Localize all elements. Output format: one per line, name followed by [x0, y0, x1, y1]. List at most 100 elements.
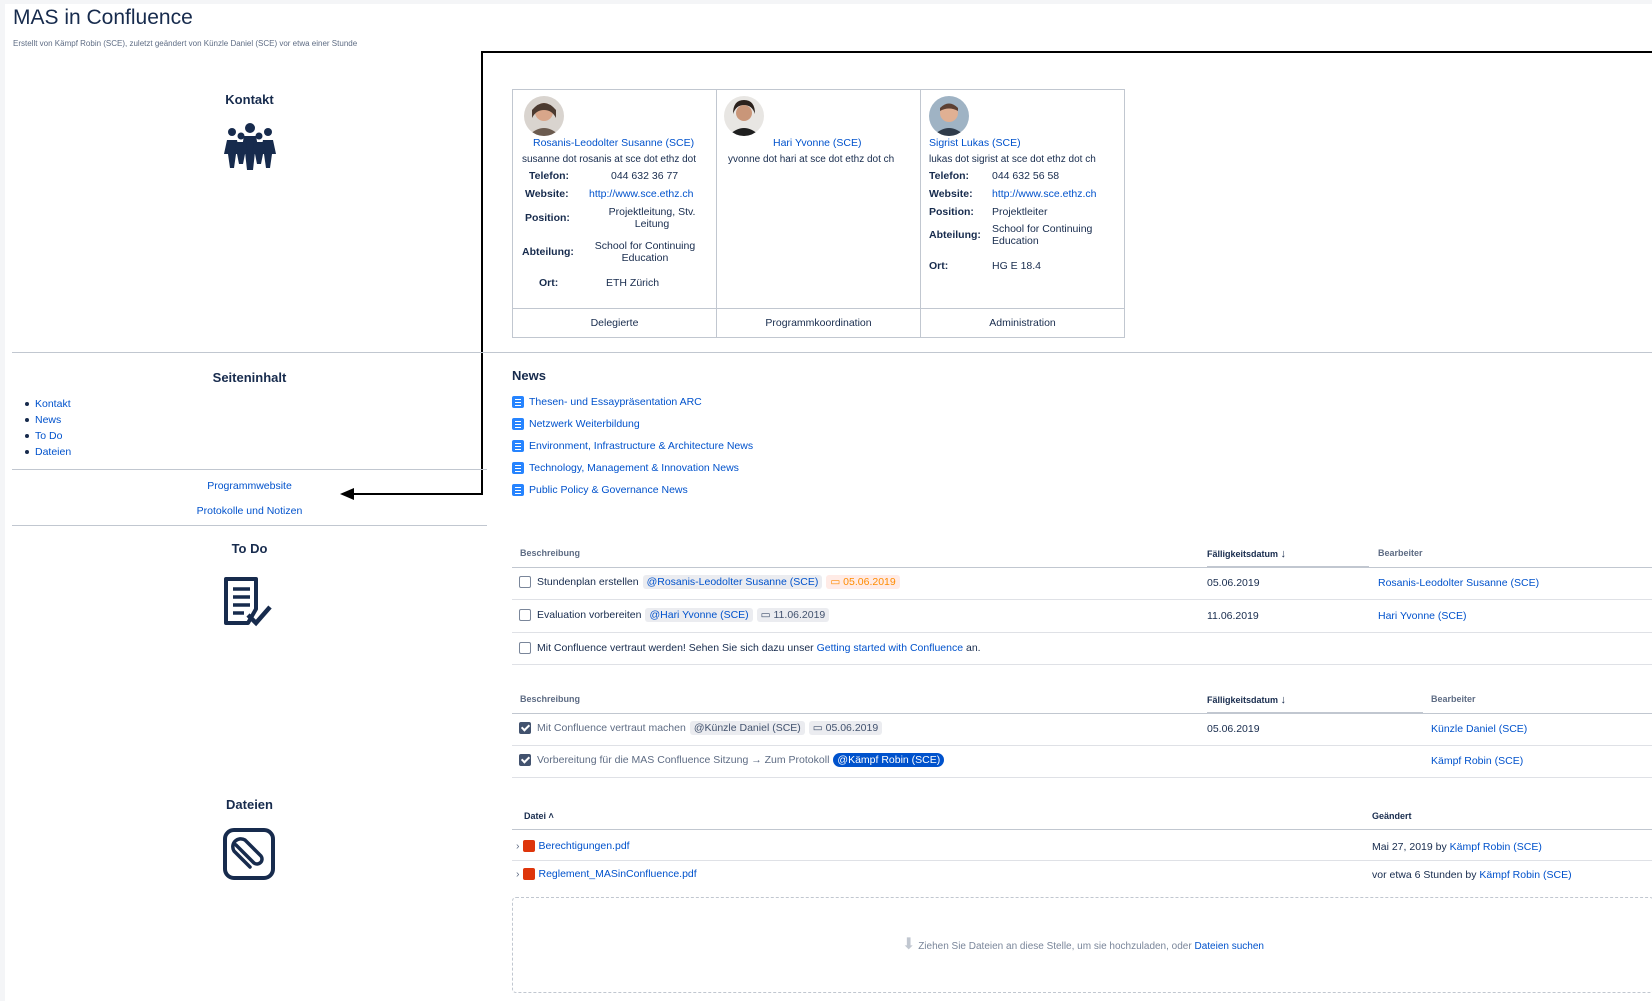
mention[interactable]: @Künzle Daniel (SCE) [689, 721, 805, 735]
divider [512, 829, 1652, 830]
col-header-due[interactable]: Fälligkeitsdatum ↓ [1207, 694, 1286, 706]
divider [12, 469, 487, 470]
toc-item[interactable]: To Do [25, 428, 71, 444]
news-link[interactable]: Technology, Management & Innovation News [529, 462, 739, 474]
toc-list: Kontakt News To Do Dateien [25, 396, 71, 460]
sort-down-icon: ↓ [1280, 694, 1287, 706]
divider [512, 599, 1652, 600]
task-row: Vorbereitung für die MAS Confluence Sitz… [519, 753, 945, 767]
task-date[interactable]: ▭ 05.06.2019 [808, 721, 883, 735]
task-date[interactable]: ▭ 05.06.2019 [826, 575, 900, 589]
divider [512, 777, 1652, 778]
toc-link-dateien[interactable]: Dateien [35, 446, 71, 458]
task-assignee[interactable]: Kämpf Robin (SCE) [1431, 755, 1523, 767]
divider [512, 567, 1652, 568]
news-link[interactable]: Public Policy & Governance News [529, 484, 688, 496]
attachment-icon [222, 827, 278, 883]
news-link[interactable]: Environment, Infrastructure & Architectu… [529, 440, 753, 452]
dateien-heading: Dateien [226, 797, 273, 812]
news-link[interactable]: Thesen- und Essaypräsentation ARC [529, 396, 702, 408]
task-text-end: an. [963, 642, 981, 654]
col-header-desc[interactable]: Beschreibung [520, 548, 580, 558]
getting-started-link[interactable]: Getting started with Confluence [817, 642, 964, 654]
news-item[interactable]: Public Policy & Governance News [512, 484, 688, 496]
col-header-file[interactable]: Datei ˄ [524, 811, 554, 821]
toc-item[interactable]: Kontakt [25, 396, 71, 412]
file-changed-by[interactable]: Kämpf Robin (SCE) [1479, 869, 1571, 881]
task-checkbox[interactable] [519, 576, 531, 589]
news-item[interactable]: Netzwerk Weiterbildung [512, 418, 640, 430]
news-heading: News [512, 368, 546, 383]
programmwebsite-link[interactable]: Programmwebsite [12, 480, 487, 492]
expand-chevron-icon[interactable]: › [516, 868, 520, 880]
task-assignee[interactable]: Rosanis-Leodolter Susanne (SCE) [1378, 577, 1539, 589]
protokolle-link[interactable]: Protokolle und Notizen [12, 505, 487, 517]
pdf-icon [522, 868, 535, 881]
sort-down-icon: ↓ [1280, 548, 1287, 560]
task-text: Stundenplan erstellen [537, 576, 639, 588]
divider [512, 713, 1652, 714]
toc-item[interactable]: Dateien [25, 444, 71, 460]
divider [12, 525, 487, 526]
mention[interactable]: @Hari Yvonne (SCE) [645, 608, 753, 622]
page-icon [512, 484, 524, 496]
task-checkbox-checked[interactable] [519, 722, 531, 735]
file-changed-text: Mai 27, 2019 by [1372, 841, 1450, 853]
divider [512, 632, 1652, 633]
news-item[interactable]: Technology, Management & Innovation News [512, 462, 739, 474]
page-icon [512, 418, 524, 430]
toc-item[interactable]: News [25, 412, 71, 428]
task-row: Evaluation vorbereiten @Hari Yvonne (SCE)… [519, 608, 830, 622]
divider [512, 745, 1652, 746]
task-checkbox[interactable] [519, 642, 531, 655]
task-due: 05.06.2019 [1207, 723, 1260, 735]
task-text: Evaluation vorbereiten [537, 609, 642, 621]
mention[interactable]: @Kämpf Robin (SCE) [833, 753, 945, 767]
page-icon [512, 462, 524, 474]
task-row: Mit Confluence vertraut werden! Sehen Si… [519, 642, 981, 655]
task-assignee[interactable]: Hari Yvonne (SCE) [1378, 610, 1467, 622]
news-link[interactable]: Netzwerk Weiterbildung [529, 418, 640, 430]
task-checkbox[interactable] [519, 609, 531, 622]
divider [512, 664, 1652, 665]
news-item[interactable]: Environment, Infrastructure & Architectu… [512, 440, 753, 452]
task-text: Mit Confluence vertraut werden! Sehen Si… [537, 642, 817, 654]
task-row: Mit Confluence vertraut machen @Künzle Da… [519, 721, 883, 735]
upload-arrow-icon: ⬇ [902, 936, 916, 953]
file-changed-text: vor etwa 6 Stunden by [1372, 869, 1480, 881]
file-link[interactable]: Reglement_MASinConfluence.pdf [539, 868, 697, 880]
news-item[interactable]: Thesen- und Essaypräsentation ARC [512, 396, 702, 408]
sort-up-icon: ˄ [548, 811, 554, 821]
page: MAS in Confluence Erstellt von Kämpf Rob… [0, 0, 1652, 1001]
file-link[interactable]: Berechtigungen.pdf [539, 840, 630, 852]
expand-chevron-icon[interactable]: › [516, 840, 520, 852]
col-header-due-label: Fälligkeitsdatum [1207, 549, 1279, 559]
calendar-icon: ▭ [760, 609, 774, 621]
file-dropzone[interactable]: ⬇ Ziehen Sie Dateien an diese Stelle, um… [512, 897, 1652, 993]
toc-link-kontakt[interactable]: Kontakt [35, 398, 71, 410]
file-changed-by[interactable]: Kämpf Robin (SCE) [1450, 841, 1542, 853]
col-header-due-label: Fälligkeitsdatum [1207, 695, 1279, 705]
divider [12, 352, 1652, 353]
calendar-icon: ▭ [812, 722, 826, 734]
toc-link-news[interactable]: News [35, 414, 61, 426]
browse-files-link[interactable]: Dateien suchen [1194, 941, 1264, 952]
task-due: 05.06.2019 [1207, 577, 1260, 589]
col-header-changed[interactable]: Geändert [1372, 811, 1412, 821]
task-date[interactable]: ▭ 11.06.2019 [756, 608, 830, 622]
col-header-desc[interactable]: Beschreibung [520, 694, 580, 704]
col-header-assignee[interactable]: Bearbeiter [1431, 694, 1476, 704]
dropzone-message: ⬇ Ziehen Sie Dateien an diese Stelle, um… [513, 934, 1652, 954]
task-date-value: 05.06.2019 [843, 576, 896, 588]
col-header-assignee[interactable]: Bearbeiter [1378, 548, 1423, 558]
task-date-value: 05.06.2019 [825, 722, 879, 734]
mention[interactable]: @Rosanis-Leodolter Susanne (SCE) [642, 575, 823, 589]
task-row: Stundenplan erstellen @Rosanis-Leodolter … [519, 575, 900, 589]
toc-link-todo[interactable]: To Do [35, 430, 62, 442]
pdf-icon [522, 840, 535, 853]
divider [512, 860, 1652, 861]
todo-heading: To Do [231, 541, 268, 556]
task-assignee[interactable]: Künzle Daniel (SCE) [1431, 723, 1527, 735]
task-checkbox-checked[interactable] [519, 754, 531, 767]
col-header-due[interactable]: Fälligkeitsdatum ↓ [1207, 548, 1286, 560]
